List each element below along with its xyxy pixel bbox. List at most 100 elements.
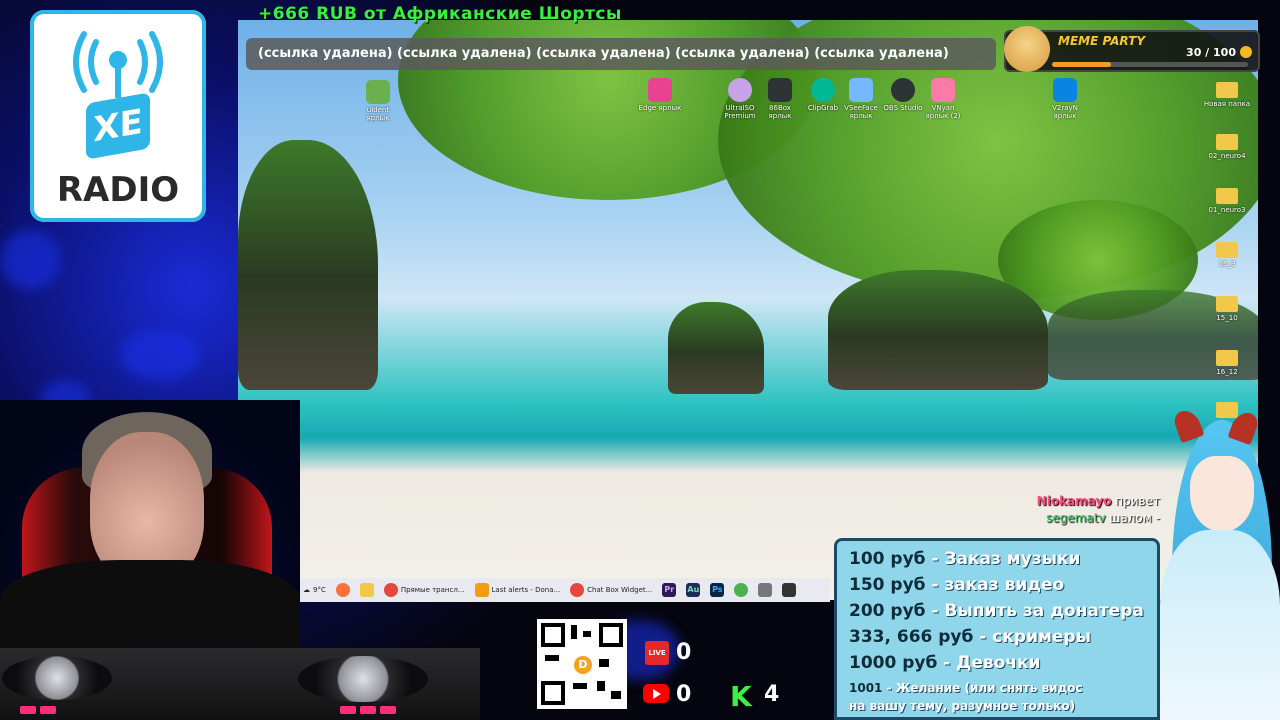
qr-module: [583, 631, 591, 637]
desktop-icon-label: 86Box ярлык: [768, 104, 792, 120]
desktop-icon[interactable]: VNyan ярлык (2): [920, 78, 966, 120]
chat-dash: -: [1155, 511, 1160, 525]
pad: [20, 706, 36, 714]
middle-rock: [668, 302, 764, 394]
taskbar-audition[interactable]: Au: [681, 580, 705, 600]
desktop-folder[interactable]: 15_10: [1202, 296, 1252, 322]
donation-row: 333, 666 руб - скримеры: [849, 627, 1091, 647]
kick-viewer-count: 4: [764, 682, 780, 707]
desktop-icon-label: VNyan ярлык (2): [925, 104, 961, 120]
app-icon: [648, 78, 672, 102]
chrome-icon: [383, 583, 398, 597]
taskbar-photoshop[interactable]: Ps: [705, 580, 729, 600]
taskbar-window[interactable]: Chat Box Widget...: [565, 580, 657, 600]
photoshop-icon: Ps: [710, 583, 725, 597]
folder-icon: [1216, 350, 1238, 366]
meme-party-count: 30 / 100: [1186, 46, 1236, 59]
taskbar-window[interactable]: Last alerts - Dona...: [470, 580, 566, 600]
left-cliff: [238, 140, 378, 390]
chat-message: segematv шалом -: [1046, 511, 1160, 525]
donation-alert-marquee: +666 RUB от Африканские Шортсы: [258, 4, 622, 24]
desktop-icon-label: VSeeFace ярлык: [844, 104, 878, 120]
live-viewer-count: 0: [676, 640, 692, 665]
desktop-icon[interactable]: Edge ярлык: [637, 78, 683, 112]
obs-icon: [891, 78, 915, 102]
donation-desc: - заказ видео: [925, 575, 1065, 595]
meme-party-progress-fill: [1052, 62, 1111, 67]
desktop-folder[interactable]: 16_9: [1202, 242, 1252, 268]
taskbar-app[interactable]: [753, 580, 777, 600]
right-rock: [828, 270, 1048, 390]
pad: [340, 706, 356, 714]
qr-finder: [599, 623, 623, 647]
donation-desc: - Девочки: [937, 653, 1041, 673]
folder-label: 02_neuro4: [1208, 152, 1246, 160]
folder-label: 01_neuro3: [1208, 206, 1246, 214]
taskbar-window[interactable]: Прямые трансл...: [379, 580, 470, 600]
donation-qr-code[interactable]: D: [537, 619, 627, 709]
desktop-folder[interactable]: 16_12: [1202, 350, 1252, 376]
app-icon: [366, 80, 390, 104]
chat-text: шалом: [1109, 511, 1152, 525]
desktop-icon[interactable]: uIdent ярлык: [355, 80, 401, 122]
dj-controller: [0, 648, 480, 720]
taskbar-premiere[interactable]: Pr: [657, 580, 681, 600]
chat-username: Niokamayo: [1036, 494, 1112, 508]
donation-desc: - Желание (или снять видос: [882, 681, 1083, 695]
meme-party-progress: [1052, 62, 1248, 67]
jog-wheel-left: [2, 656, 112, 700]
donation-desc-line2: на вашу тему, разумное только): [849, 699, 1076, 713]
desktop-folder[interactable]: 02_neuro4: [1202, 134, 1252, 160]
desktop-folder[interactable]: 01_neuro3: [1202, 188, 1252, 214]
app-icon: [782, 583, 797, 597]
qr-module: [571, 625, 577, 639]
globe-icon: [734, 583, 749, 597]
antenna-icon: [73, 31, 163, 98]
donation-desc: - Заказ музыки: [925, 549, 1081, 569]
donation-price: 1001: [849, 681, 883, 695]
chat-text: привет: [1115, 494, 1160, 508]
taskbar-window-label: Прямые трансл...: [400, 586, 465, 594]
donation-price: 1000 руб: [849, 653, 938, 673]
desktop-icon-label: UltraISO Premium: [724, 104, 756, 120]
doge-icon: [1004, 26, 1050, 72]
kick-icon: K: [730, 680, 752, 713]
xe-radio-logo: XE RADIO: [30, 10, 206, 222]
qr-finder: [541, 623, 565, 647]
vtuber-avatar-dress: [1160, 530, 1280, 720]
premiere-icon: Pr: [662, 583, 677, 597]
desktop-icon-label: uIdent ярлык: [366, 106, 390, 122]
app-icon: [1053, 78, 1077, 102]
donation-price: 150 руб: [849, 575, 926, 595]
weather-label: 9°C: [313, 586, 326, 594]
donation-row: 200 руб - Выпить за донатера: [849, 601, 1144, 621]
weather-icon: ☁: [303, 586, 310, 594]
folder-icon: [1216, 134, 1238, 150]
donation-price-list: 100 руб - Заказ музыки 150 руб - заказ в…: [834, 538, 1160, 720]
qr-module: [599, 659, 609, 667]
desktop-icon-label: Edge ярлык: [638, 104, 682, 112]
app-icon: [758, 583, 773, 597]
taskbar-globe[interactable]: [729, 580, 753, 600]
desktop-icon[interactable]: VSeeFace ярлык: [838, 78, 884, 120]
desktop-folder[interactable]: Новая папка: [1202, 82, 1252, 108]
taskbar-window-label: Last alerts - Dona...: [491, 586, 561, 594]
taskbar-firefox[interactable]: [331, 580, 355, 600]
taskbar-app[interactable]: [777, 580, 801, 600]
app-icon: [811, 78, 835, 102]
live-icon: LIVE: [645, 641, 669, 665]
taskbar-weather[interactable]: ☁ 9°C: [298, 580, 331, 600]
desktop-icon[interactable]: 86Box ярлык: [757, 78, 803, 120]
qr-module: [611, 691, 621, 699]
folder-label: 16_9: [1218, 260, 1236, 268]
taskbar-explorer[interactable]: [355, 580, 379, 600]
link-banner: (ссылка удалена) (ссылка удалена) (ссылк…: [246, 38, 996, 70]
folder-icon: [1216, 296, 1238, 312]
qr-finder: [541, 681, 565, 705]
folder-icon: [1216, 402, 1238, 418]
donation-row: 1000 руб - Девочки: [849, 653, 1040, 673]
desktop-icon[interactable]: V2rayN ярлык: [1042, 78, 1088, 120]
donation-price: 333, 666 руб: [849, 627, 974, 647]
youtube-viewer-count: 0: [676, 682, 692, 707]
audition-icon: Au: [686, 583, 701, 597]
